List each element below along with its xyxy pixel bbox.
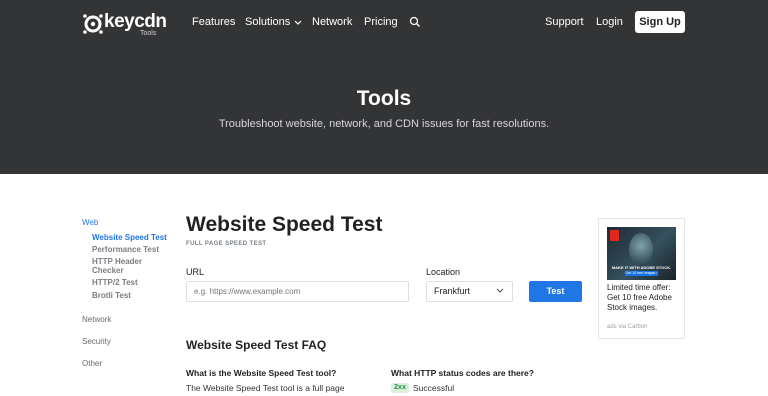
location-select[interactable]: Frankfurt [426,281,513,302]
faq-answer: Successful [413,383,455,393]
chevron-down-icon [496,288,504,293]
location-value: Frankfurt [434,286,471,296]
status-badge: 2xx [391,383,409,393]
ad-via-link[interactable]: ads via Carbon [607,323,647,331]
search-icon[interactable] [409,16,421,28]
sidebar-category-network[interactable]: Network [82,315,111,325]
faq-title: Website Speed Test FAQ [186,338,327,352]
keycdn-logo[interactable]: keycdn Tools [82,11,167,37]
faq-question: What HTTP status codes are there? [391,368,534,378]
location-label: Location [426,267,461,277]
ad-portrait [629,233,653,265]
nav-support[interactable]: Support [545,16,584,29]
nav-features[interactable]: Features [192,16,235,29]
sidebar-category-web[interactable]: Web [82,218,98,228]
test-button[interactable]: Test [529,281,582,302]
page-title: Website Speed Test [186,213,383,236]
signup-button[interactable]: Sign Up [635,11,685,33]
page-subtitle: FULL PAGE SPEED TEST [186,241,267,247]
brand-name: keycdn [104,11,167,32]
sidebar-item-website-speed-test[interactable]: Website Speed Test [92,233,172,242]
sidebar-item-performance-test[interactable]: Performance Test [92,245,172,254]
nav-solutions[interactable]: Solutions [245,16,302,29]
brand-sub: Tools [140,30,157,37]
sidebar-category-other[interactable]: Other [82,359,102,369]
nav-solutions-label: Solutions [245,16,291,28]
sidebar-item-http2-test[interactable]: HTTP/2 Test [92,278,172,287]
nav-login[interactable]: Login [596,16,623,29]
chevron-down-icon [294,20,302,25]
faq-question: What is the Website Speed Test tool? [186,368,337,378]
carbon-ad[interactable]: MAKE IT WITH ADOBE STOCK. Get 10 free im… [598,218,685,339]
sidebar-item-http-header-checker[interactable]: HTTP Header Checker [92,257,152,275]
url-input[interactable] [186,281,409,302]
nav-network[interactable]: Network [312,16,352,29]
faq-answer: The Website Speed Test tool is a full pa… [186,383,345,393]
ad-image-caption: MAKE IT WITH ADOBE STOCK. [611,265,672,270]
url-label: URL [186,267,205,277]
sidebar-category-security[interactable]: Security [82,337,111,347]
hero-header: keycdn Tools Features Solutions Network … [0,0,768,174]
adobe-logo-icon [610,230,619,241]
hero-subtitle: Troubleshoot website, network, and CDN i… [218,118,550,130]
keycdn-logo-icon [83,14,103,34]
hero-title: Tools [356,87,412,110]
nav-pricing[interactable]: Pricing [364,16,398,29]
ad-image-cta: Get 10 free images › [625,271,658,276]
ad-text[interactable]: Limited time offer: Get 10 free Adobe St… [607,283,681,313]
sidebar-item-brotli-test[interactable]: Brotli Test [92,291,172,300]
ad-image[interactable]: MAKE IT WITH ADOBE STOCK. Get 10 free im… [607,227,676,280]
